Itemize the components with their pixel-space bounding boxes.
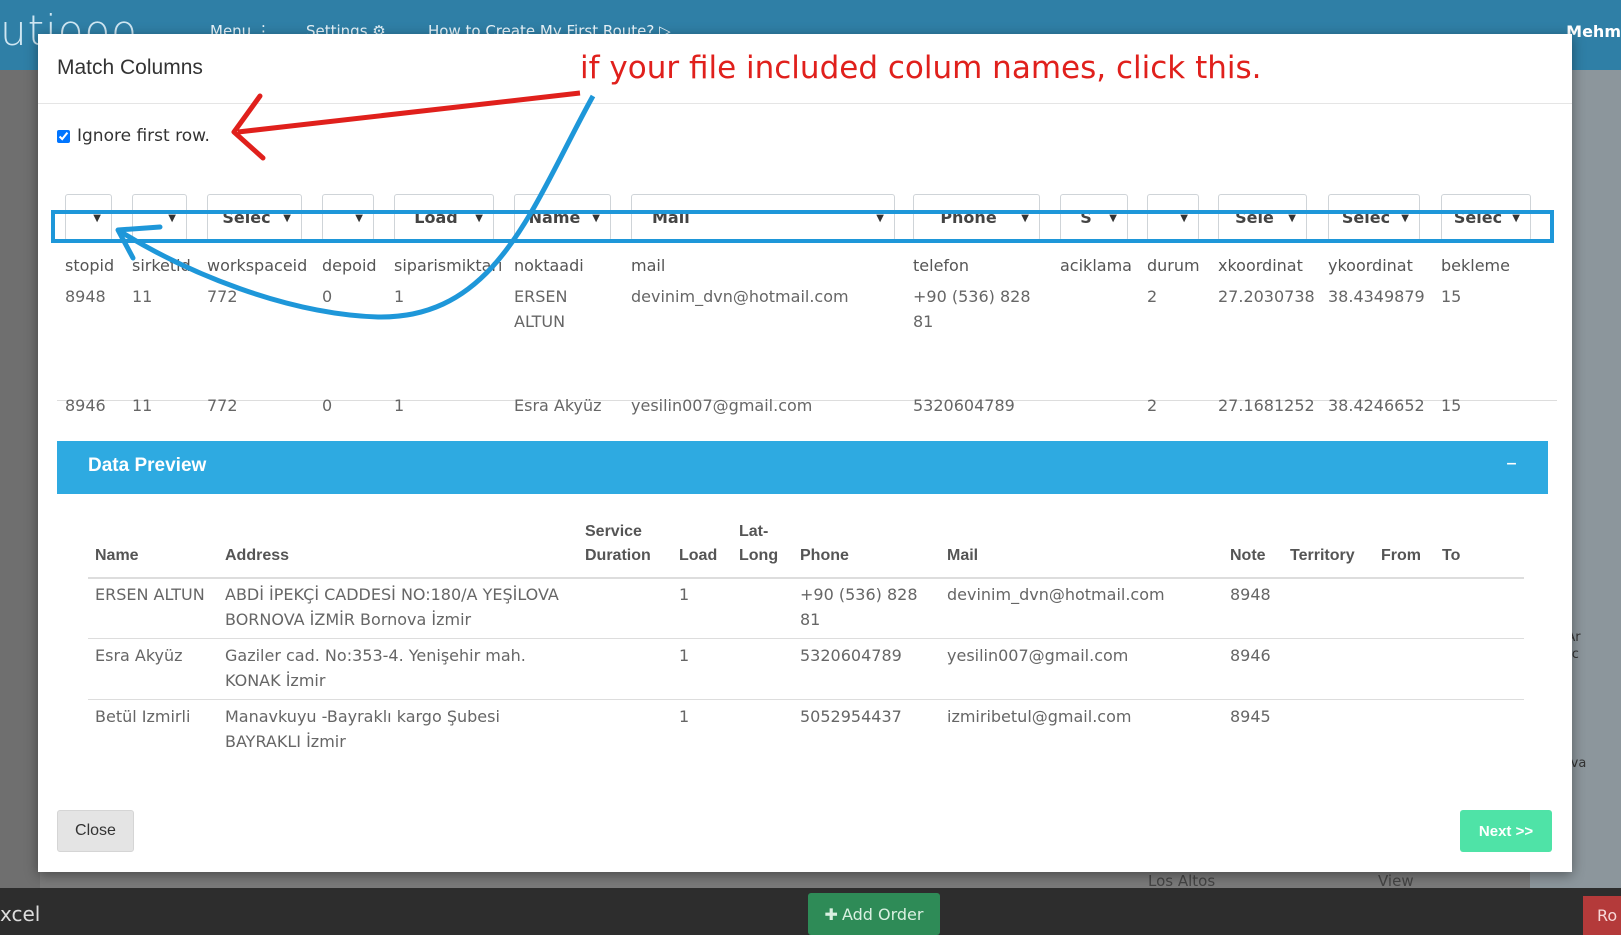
table-cell: yesilin007@gmail.com bbox=[947, 646, 1129, 665]
table-cell: ERSEN ALTUN bbox=[95, 585, 205, 604]
map-label: Los Altos bbox=[1148, 872, 1216, 890]
user-name[interactable]: Mehm bbox=[1566, 22, 1621, 41]
annotation-text: if your file included colum names, click… bbox=[580, 50, 1262, 86]
column-header: Territory bbox=[1290, 547, 1355, 564]
route-button[interactable]: Ro bbox=[1583, 896, 1621, 935]
file-column-name: sirketid bbox=[132, 256, 191, 275]
bottom-left-label: xcel bbox=[0, 902, 41, 926]
data-preview-title: Data Preview bbox=[88, 455, 207, 476]
file-column-name: stopid bbox=[65, 256, 115, 275]
column-header: Phone bbox=[800, 547, 849, 564]
file-column-name: noktaadi bbox=[514, 256, 584, 275]
table-cell: 15 bbox=[1441, 396, 1462, 415]
column-header: Note bbox=[1230, 547, 1266, 564]
column-header: Name bbox=[95, 547, 139, 564]
table-cell: 11 bbox=[132, 287, 153, 306]
table-cell: 8946 bbox=[1230, 646, 1271, 665]
file-column-name: ykoordinat bbox=[1328, 256, 1413, 275]
file-column-name: mail bbox=[631, 256, 666, 275]
column-header: Mail bbox=[947, 547, 979, 564]
table-cell: yesilin007@gmail.com bbox=[631, 396, 813, 415]
file-column-name: durum bbox=[1147, 256, 1200, 275]
table-cell: +90 (536) 828 81 bbox=[913, 287, 1031, 331]
table-cell: 27.2030738 bbox=[1218, 287, 1315, 306]
add-order-button[interactable]: ✚ Add Order bbox=[808, 893, 940, 935]
table-cell: 5052954437 bbox=[800, 707, 902, 726]
row-divider bbox=[88, 699, 1524, 700]
row-divider bbox=[88, 638, 1524, 639]
table-cell: 2 bbox=[1147, 396, 1158, 415]
table-cell: Manavkuyu -Bayraklı kargo Şubesi BAYRAKL… bbox=[225, 707, 500, 749]
ignore-first-row[interactable]: Ignore first row. bbox=[57, 126, 210, 146]
table-cell: devinim_dvn@hotmail.com bbox=[947, 585, 1165, 604]
table-cell: 38.4349879 bbox=[1328, 287, 1425, 306]
file-column-name: bekleme bbox=[1441, 256, 1510, 275]
table-cell: 11 bbox=[132, 396, 153, 415]
table-cell: 1 bbox=[679, 646, 690, 665]
table-cell: 5320604789 bbox=[800, 646, 902, 665]
table-cell: 1 bbox=[394, 396, 405, 415]
file-column-name: aciklama bbox=[1060, 256, 1132, 275]
annotation-highlight-box bbox=[51, 210, 1554, 243]
collapse-icon[interactable]: – bbox=[1506, 451, 1517, 476]
file-column-name: siparismiktari bbox=[394, 256, 503, 275]
table-cell: 27.1681252 bbox=[1218, 396, 1315, 415]
table-cell: 8948 bbox=[1230, 585, 1271, 604]
header-divider bbox=[88, 577, 1524, 579]
column-header: Lat-Long bbox=[739, 523, 779, 564]
table-cell: 8948 bbox=[65, 287, 106, 306]
data-preview-table: Name Address Service Duration Load Lat-L… bbox=[88, 514, 1544, 749]
table-cell: 0 bbox=[322, 287, 333, 306]
column-header: Service Duration bbox=[585, 523, 651, 564]
table-cell: Gaziler cad. No:353-4. Yenişehir mah. KO… bbox=[225, 646, 526, 690]
table-cell: 772 bbox=[207, 287, 238, 306]
table-cell: ABDİ İPEKÇİ CADDESİ NO:180/A YEŞİLOVA BO… bbox=[225, 585, 559, 629]
side-panel bbox=[0, 70, 40, 890]
red-arrowhead-icon bbox=[231, 93, 266, 161]
table-cell: 15 bbox=[1441, 287, 1462, 306]
file-column-name: depoid bbox=[322, 256, 377, 275]
column-header: Load bbox=[679, 547, 718, 564]
table-cell: izmiribetul@gmail.com bbox=[947, 707, 1132, 726]
table-cell: 0 bbox=[322, 396, 333, 415]
table-cell: +90 (536) 828 81 bbox=[800, 585, 918, 629]
ignore-first-row-checkbox[interactable] bbox=[57, 129, 70, 143]
table-cell: devinim_dvn@hotmail.com bbox=[631, 287, 849, 306]
table-cell: 38.4246652 bbox=[1328, 396, 1425, 415]
table-cell: 8946 bbox=[65, 396, 106, 415]
table-cell: 5320604789 bbox=[913, 396, 1015, 415]
table-cell: 1 bbox=[679, 585, 690, 604]
table-cell: ERSEN ALTUN bbox=[514, 287, 568, 331]
table-cell: 772 bbox=[207, 396, 238, 415]
column-matching-area: ▼ ▼ Selec ▼ ▼ Load ▼ Name ▼ Mail ▼ Phone ▼ S ▼… bbox=[57, 154, 1557, 444]
file-column-name: workspaceid bbox=[207, 256, 308, 275]
column-header: Address bbox=[225, 547, 290, 564]
ignore-first-row-label: Ignore first row. bbox=[77, 126, 210, 146]
file-column-name: telefon bbox=[913, 256, 969, 275]
add-order-label: Add Order bbox=[841, 904, 924, 924]
table-cell: 8945 bbox=[1230, 707, 1271, 726]
column-header: To bbox=[1442, 547, 1461, 564]
column-header: From bbox=[1381, 547, 1421, 564]
table-cell: Esra Akyüz bbox=[95, 646, 183, 665]
map-label: View bbox=[1378, 872, 1414, 890]
next-button[interactable]: Next >> bbox=[1460, 810, 1552, 852]
match-columns-modal: Match Columns if your file included colu… bbox=[38, 34, 1572, 872]
close-button[interactable]: Close bbox=[57, 810, 134, 852]
table-cell: Esra Akyüz bbox=[514, 396, 602, 415]
table-cell: 1 bbox=[679, 707, 690, 726]
table-cell: 1 bbox=[394, 287, 405, 306]
table-cell: 2 bbox=[1147, 287, 1158, 306]
data-preview-panel-header[interactable]: Data Preview – bbox=[57, 441, 1548, 494]
plus-icon: ✚ bbox=[824, 904, 838, 924]
file-column-name: xkoordinat bbox=[1218, 256, 1303, 275]
table-cell: Betül Izmirli bbox=[95, 707, 191, 726]
